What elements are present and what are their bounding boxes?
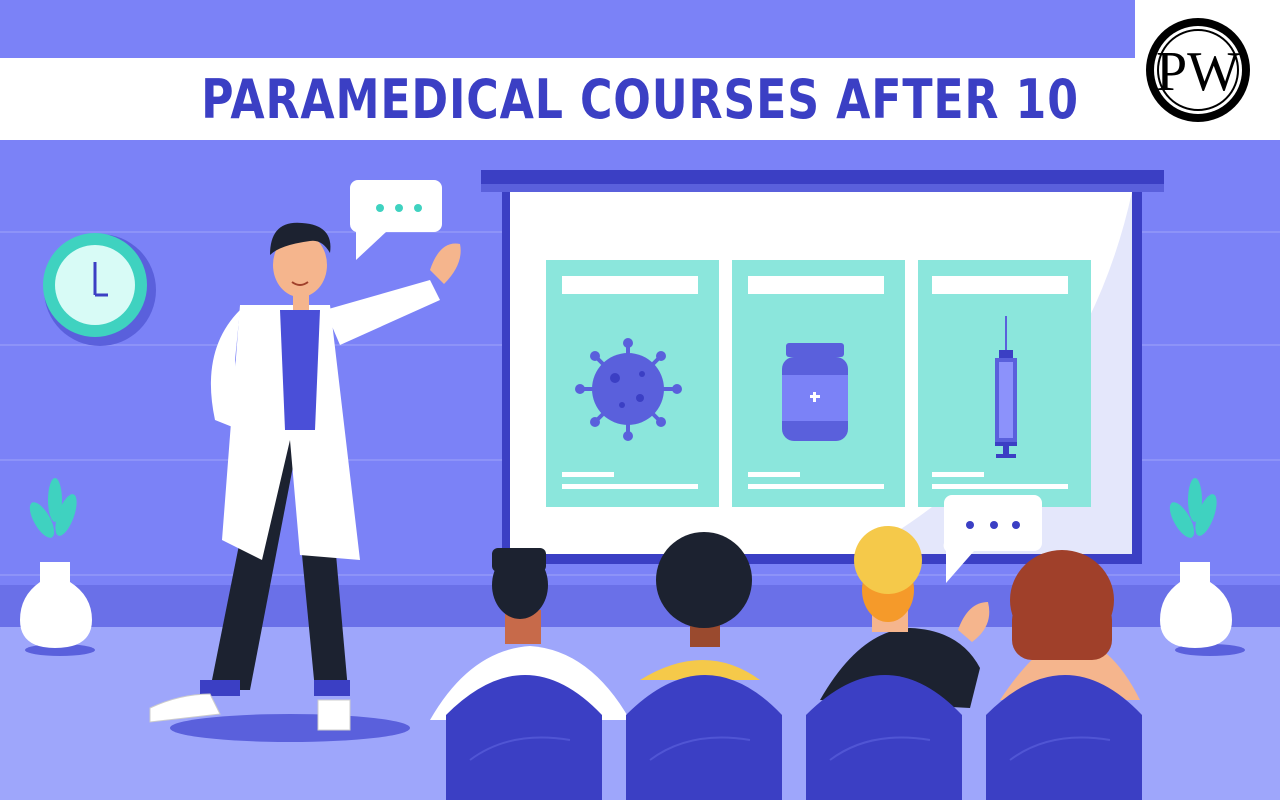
plant-icon bbox=[1160, 478, 1245, 656]
medicine-bottle-icon bbox=[782, 343, 848, 441]
page-title: PARAMEDICAL COURSES AFTER 10 bbox=[201, 67, 1079, 131]
speech-bubble-icon bbox=[349, 180, 442, 260]
projector-screen bbox=[481, 170, 1164, 564]
pw-logo[interactable]: PW bbox=[1135, 0, 1280, 140]
doctor-figure bbox=[149, 222, 461, 742]
logo-container: PW bbox=[1135, 0, 1280, 140]
plant-icon bbox=[20, 478, 95, 656]
clock-icon bbox=[43, 233, 156, 346]
logo-letters: PW bbox=[1156, 41, 1240, 103]
